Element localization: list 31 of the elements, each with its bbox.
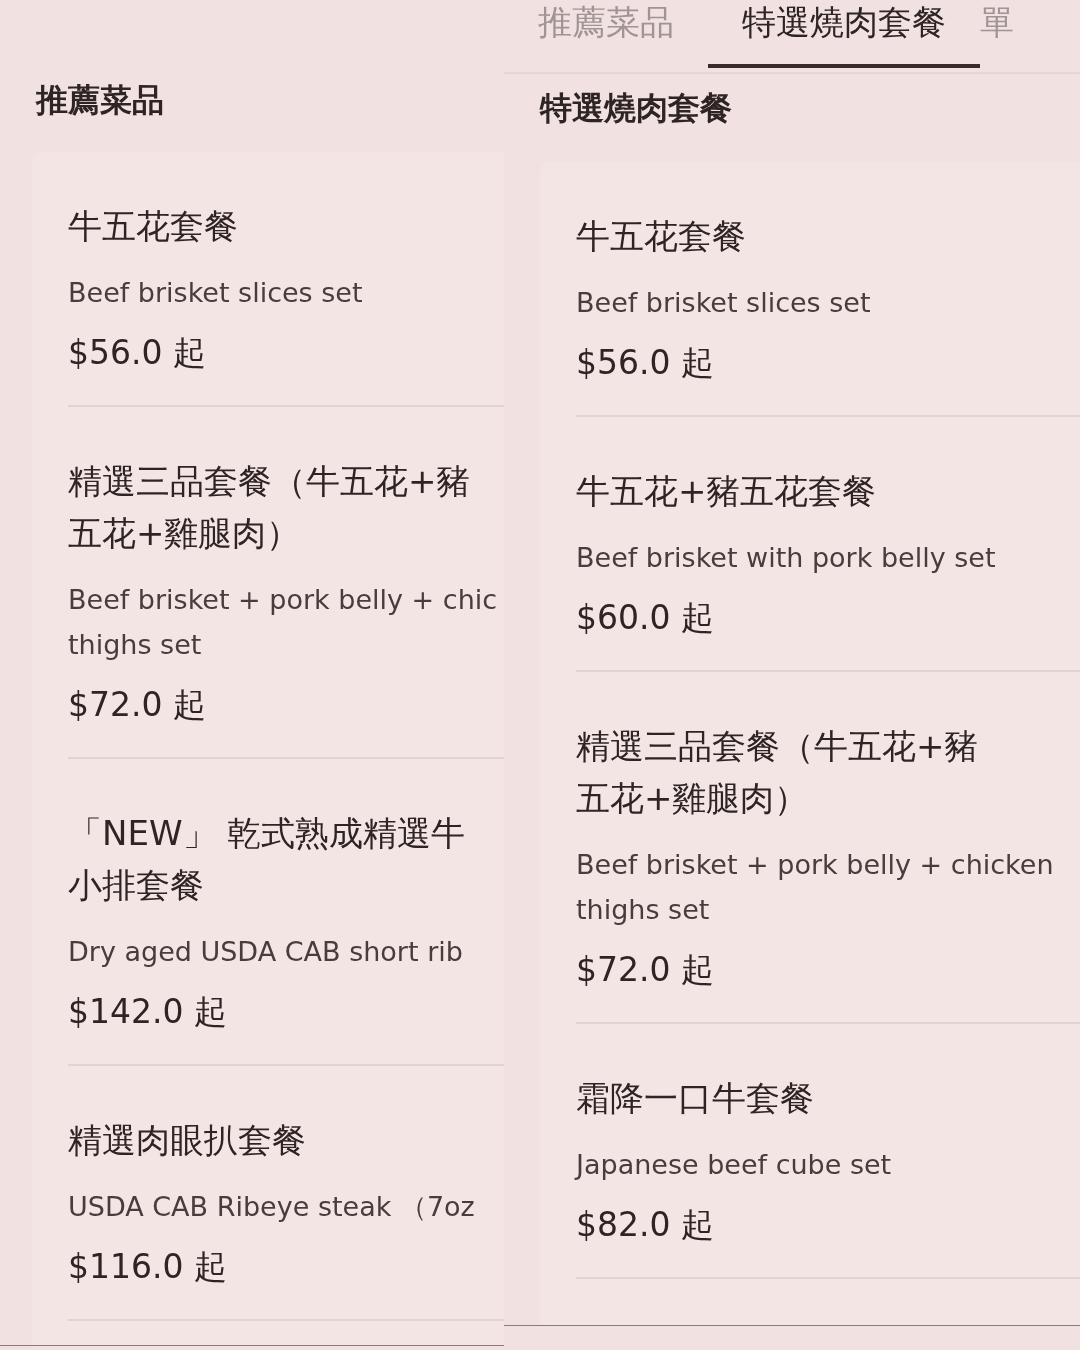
- item-price: $60.0 起: [576, 597, 715, 639]
- menu-item[interactable]: 牛五花套餐 Beef brisket slices set $56.0 起: [576, 162, 1080, 417]
- item-name: 精選三品套餐（牛五花+豬五花+雞腿肉）: [68, 460, 472, 555]
- menu-tab[interactable]: 特選燒肉套餐: [708, 0, 980, 68]
- item-name: 精選肉眼扒套餐: [68, 1119, 307, 1162]
- item-name: 牛五花+豬五花套餐: [576, 470, 878, 513]
- item-price: $142.0 起: [68, 991, 228, 1033]
- item-description: USDA CAB Ribeye steak （7oz: [68, 1190, 476, 1224]
- item-description: Beef brisket + pork belly + chic thighs set: [68, 583, 499, 662]
- item-name: 牛五花套餐: [68, 205, 239, 248]
- item-name: 牛五花套餐: [576, 215, 747, 258]
- item-description: Beef brisket slices set: [68, 276, 364, 310]
- item-description: Dry aged USDA CAB short rib: [68, 935, 464, 969]
- item-description: Beef brisket slices set: [576, 286, 872, 320]
- item-description: Japanese beef cube set: [576, 1148, 893, 1182]
- section-heading: 特選燒肉套餐: [538, 88, 733, 128]
- item-name: 「NEW」 乾式熟成精選牛小排套餐: [68, 812, 467, 907]
- item-description: Beef brisket with pork belly set: [576, 541, 997, 575]
- item-price: $56.0 起: [68, 332, 207, 374]
- menu-item[interactable]: 精選三品套餐（牛五花+豬五花+雞腿肉） Beef brisket + pork belly + chicken thighs set $72.0 起: [576, 672, 1080, 1024]
- item-price: $116.0 起: [68, 1246, 228, 1288]
- menu-item[interactable]: 牛五花+豬五花套餐 Beef brisket with pork belly set $60.0 起: [576, 417, 1080, 672]
- item-name: 精選三品套餐（牛五花+豬五花+雞腿肉）: [576, 725, 980, 820]
- item-price: $82.0 起: [576, 1204, 715, 1246]
- item-name: 霜降一口牛套餐: [576, 1077, 815, 1120]
- section-heading: 推薦菜品: [34, 80, 165, 120]
- item-price: $72.0 起: [68, 684, 207, 726]
- menu-item[interactable]: 霜降一口牛套餐 Japanese beef cube set $82.0 起: [576, 1024, 1080, 1279]
- item-price: $56.0 起: [576, 342, 715, 384]
- item-description: Beef brisket + pork belly + chicken thighs set: [576, 848, 1055, 927]
- item-price: $72.0 起: [576, 949, 715, 991]
